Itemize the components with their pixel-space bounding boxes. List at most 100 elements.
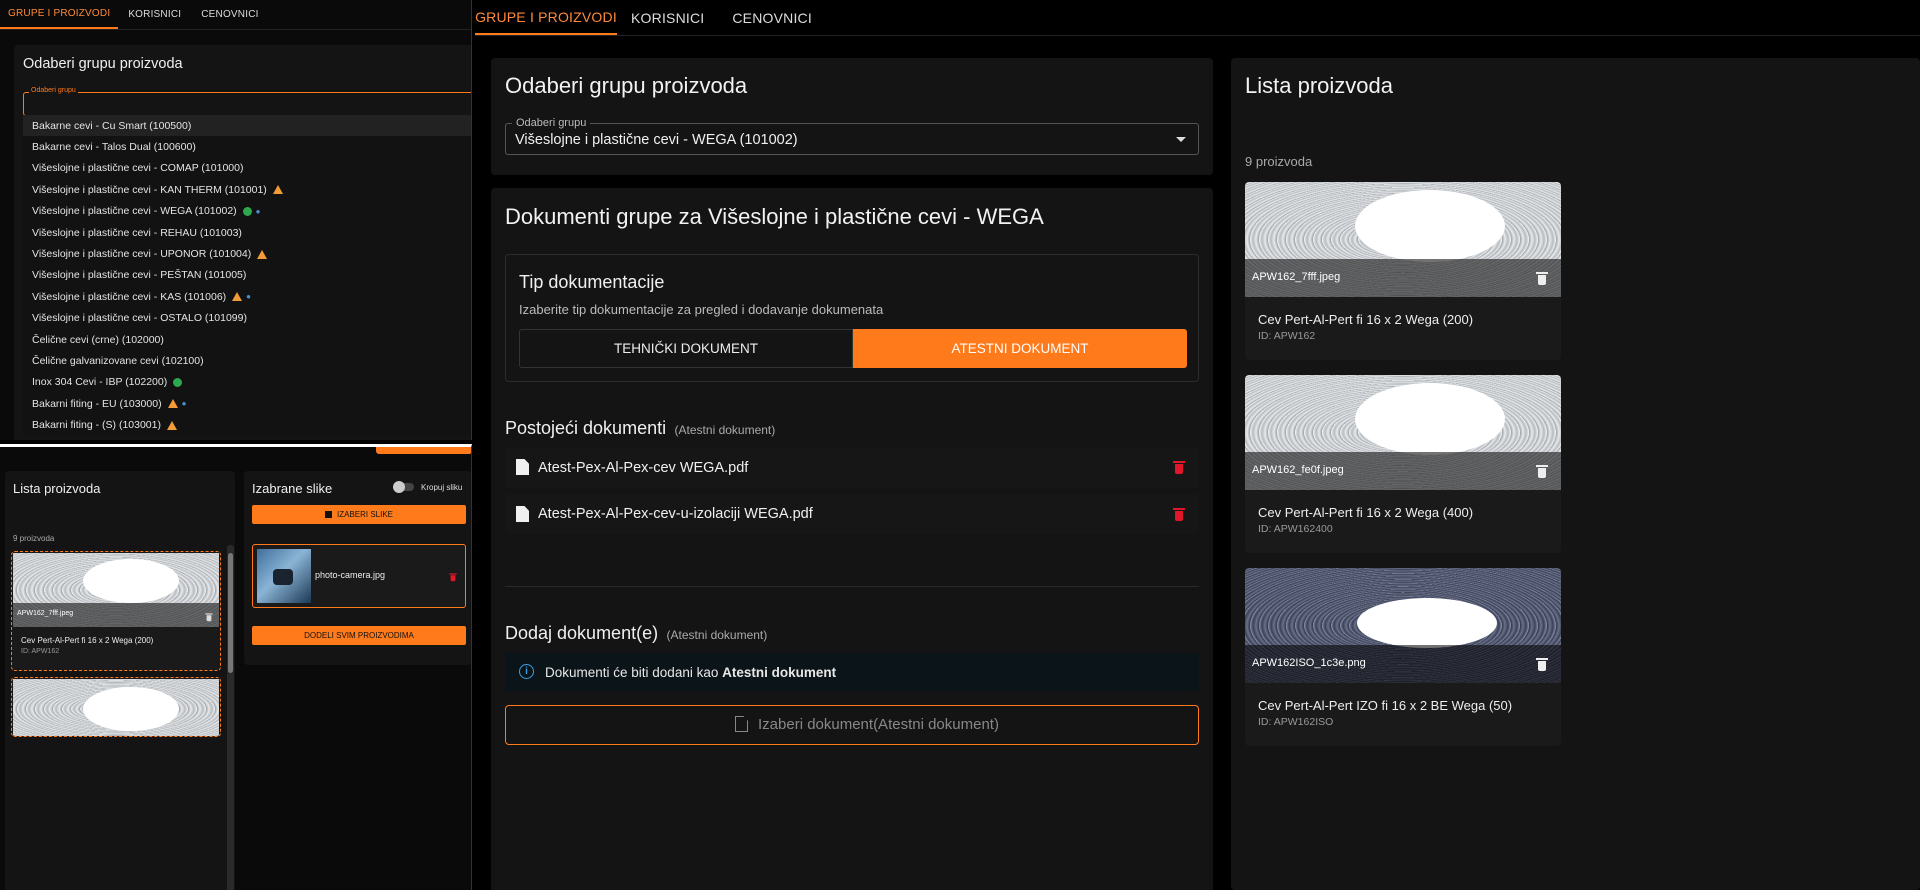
existing-doc-row[interactable]: Atest-Pex-Al-Pex-cev-u-izolaciji WEGA.pd… — [505, 494, 1199, 534]
right-product-delete-icon[interactable] — [1536, 657, 1548, 671]
existing-doc-name: Atest-Pex-Al-Pex-cev WEGA.pdf — [538, 460, 749, 476]
group-option[interactable]: Višeslojne i plastične cevi - OSTALO (10… — [23, 308, 471, 329]
left-product-id: ID: APW162 — [21, 648, 60, 655]
choose-images-button[interactable]: IZABERI SLIKE — [252, 505, 466, 524]
group-option[interactable]: Višeslojne i plastične cevi - COMAP (101… — [23, 158, 471, 179]
group-option[interactable]: Višeslojne i plastične cevi - REHAU (101… — [23, 222, 471, 243]
group-option[interactable]: Višeslojne i plastične cevi - KAS (10100… — [23, 286, 471, 307]
existing-doc-delete-icon[interactable] — [1173, 507, 1185, 521]
tab-cenovnici[interactable]: CENOVNICI — [191, 0, 268, 29]
existing-doc-name: Atest-Pex-Al-Pex-cev-u-izolaciji WEGA.pd… — [538, 506, 813, 522]
group-option-label: Višeslojne i plastične cevi - KAS (10100… — [32, 290, 227, 303]
left-product-card[interactable]: APW162_7fff.jpeg Cev Pert-Al-Pert fi 16 … — [11, 551, 221, 671]
right-product-card[interactable]: APW162_7fff.jpeg Cev Pert-Al-Pert fi 16 … — [1245, 182, 1561, 360]
docs-card: Dokumenti grupe za Višeslojne i plastičn… — [491, 188, 1213, 890]
info-bold: Atestni dokument — [722, 665, 837, 680]
selected-images-card: Izabrane slike Kropuj sliku IZABERI SLIK… — [244, 471, 471, 665]
warning-icon — [232, 292, 243, 302]
group-option-label: Višeslojne i plastične cevi - COMAP (101… — [32, 162, 244, 175]
file-icon — [516, 506, 529, 522]
left-products-scrollbar[interactable] — [227, 545, 234, 890]
group-option-label: Višeslojne i plastične cevi - PEŠTAN (10… — [32, 269, 247, 282]
left-products-card: Lista proizvoda 9 proizvoda APW162_7fff.… — [5, 471, 235, 890]
group-option-label: Višeslojne i plastične cevi - KAN THERM … — [32, 183, 267, 196]
group-option-label: Bakarni fiting - EU (103000) — [32, 397, 162, 410]
left-top-select-title: Odaberi grupu proizvoda — [23, 56, 183, 72]
left-product-filename: APW162_7fff.jpeg — [17, 610, 74, 617]
doc-type-hint: Izaberite tip dokumentacije za pregled i… — [519, 302, 884, 317]
choose-document-button[interactable]: Izaberi dokument(Atestni dokument) — [505, 705, 1199, 745]
info-alert: i Dokumenti će biti dodani kao Atestni d… — [505, 653, 1199, 691]
warning-icon — [272, 185, 283, 195]
group-option[interactable]: Bakarni fiting - (S) (103001) — [23, 414, 471, 435]
selected-image-delete-icon[interactable] — [449, 573, 457, 582]
doc-type-technical-button[interactable]: TEHNIČKI DOKUMENT — [519, 329, 853, 368]
group-option[interactable]: Višeslojne i plastične cevi - WEGA (1010… — [23, 201, 471, 222]
group-option[interactable]: Bakarne cevi - Cu Smart (100500) — [23, 115, 471, 137]
existing-doc-delete-icon[interactable] — [1173, 460, 1185, 474]
left-bottom-panel: Lista proizvoda 9 proizvoda APW162_7fff.… — [0, 444, 472, 890]
main-tab-grupe-i-proizvodi[interactable]: GRUPE I PROIZVODI — [475, 0, 617, 35]
right-product-filename: APW162_fe0f.jpeg — [1252, 464, 1344, 476]
right-product-delete-icon[interactable] — [1536, 464, 1548, 478]
group-option[interactable]: Višeslojne i plastične cevi - KAN THERM … — [23, 179, 471, 200]
selected-image-thumb — [257, 549, 311, 603]
assign-all-button[interactable]: DODELI SVIM PROIZVODIMA — [252, 626, 466, 645]
group-option-label: Čelične cevi (crne) (102000) — [32, 333, 164, 346]
right-products-count: 9 proizvoda — [1245, 154, 1313, 169]
group-option[interactable]: Čelične galvanizovane cevi (102100) — [23, 350, 471, 371]
left-top-group-select[interactable] — [23, 92, 471, 116]
main-select-title: Odaberi grupu proizvoda — [505, 73, 748, 98]
group-option[interactable]: Čelične cevi (crne) (102000) — [23, 329, 471, 350]
divider — [505, 586, 1199, 587]
group-dropdown-menu: Bakarne cevi - Cu Smart (100500) Bakarne … — [23, 115, 471, 435]
left-products-count: 9 proizvoda — [13, 534, 55, 543]
left-product-image-next — [13, 679, 219, 736]
crop-label: Kropuj sliku — [421, 483, 463, 492]
group-option-label: Čelične galvanizovane cevi (102100) — [32, 354, 204, 367]
doc-type-box: Tip dokumentacije Izaberite tip dokument… — [505, 254, 1199, 382]
main-tab-cenovnici[interactable]: CENOVNICI — [718, 0, 826, 35]
doc-type-attest-button[interactable]: ATESTNI DOKUMENT — [853, 329, 1187, 368]
main-tab-korisnici[interactable]: KORISNICI — [617, 0, 718, 35]
group-option[interactable]: Bakarni fiting - EU (103000) ● — [23, 393, 471, 414]
tab-korisnici[interactable]: KORISNICI — [118, 0, 191, 29]
main-select-value: Višeslojne i plastične cevi - WEGA (1010… — [515, 132, 798, 148]
right-product-id: ID: APW162400 — [1258, 523, 1333, 535]
group-option[interactable]: Inox 304 Cevi - IBP (102200) — [23, 372, 471, 393]
chevron-down-icon — [1176, 137, 1186, 142]
left-top-select-label: Odaberi grupu — [29, 87, 78, 94]
choose-images-label: IZABERI SLIKE — [336, 510, 394, 519]
add-docs-sub: (Atestni dokument) — [666, 628, 768, 642]
left-top-tabbar: GRUPE I PROIZVODI KORISNICI CENOVNICI — [0, 0, 471, 30]
right-product-card[interactable]: APW162ISO_1c3e.png Cev Pert-Al-Pert IZO … — [1245, 568, 1561, 746]
crop-toggle[interactable] — [393, 481, 414, 493]
right-product-id: ID: APW162ISO — [1258, 716, 1334, 728]
group-option[interactable]: Višeslojne i plastične cevi - PEŠTAN (10… — [23, 265, 471, 286]
file-icon — [516, 459, 529, 475]
add-docs-title: Dodaj dokument(e) — [505, 623, 659, 643]
group-option-label: Bakarne cevi - Talos Dual (100600) — [32, 141, 196, 154]
existing-doc-row[interactable]: Atest-Pex-Al-Pex-cev WEGA.pdf — [505, 448, 1199, 488]
choose-document-label: Izaberi dokument(Atestni dokument) — [758, 716, 999, 733]
group-option[interactable]: Bakarne cevi - Talos Dual (100600) — [23, 136, 471, 157]
warning-icon — [257, 249, 268, 259]
group-option-label: Višeslojne i plastične cevi - REHAU (101… — [32, 226, 242, 239]
status-ok-icon — [242, 206, 252, 216]
right-product-card[interactable]: APW162_fe0f.jpeg Cev Pert-Al-Pert fi 16 … — [1245, 375, 1561, 553]
group-option-label: Bakarne cevi - Cu Smart (100500) — [32, 119, 192, 132]
group-option[interactable]: Višeslojne i plastične cevi - UPONOR (10… — [23, 243, 471, 264]
right-products-card: Lista proizvoda 9 proizvoda APW162_7fff.… — [1231, 58, 1920, 890]
left-top-panel: GRUPE I PROIZVODI KORISNICI CENOVNICI Od… — [0, 0, 472, 440]
selected-image-item[interactable]: photo-camera.jpg — [252, 544, 466, 608]
right-product-delete-icon[interactable] — [1536, 271, 1548, 285]
attachment-badge-icon: ● — [255, 206, 261, 216]
left-products-title: Lista proizvoda — [13, 481, 101, 496]
group-option-label: Višeslojne i plastične cevi - WEGA (1010… — [32, 205, 237, 218]
main-group-select[interactable]: Višeslojne i plastične cevi - WEGA (1010… — [505, 123, 1199, 155]
file-upload-icon — [735, 716, 748, 732]
left-product-delete-icon[interactable] — [205, 613, 213, 622]
left-product-card-next[interactable] — [11, 677, 221, 737]
group-option-label: Inox 304 Cevi - IBP (102200) — [32, 376, 168, 389]
tab-grupe-i-proizvodi[interactable]: GRUPE I PROIZVODI — [0, 0, 119, 29]
